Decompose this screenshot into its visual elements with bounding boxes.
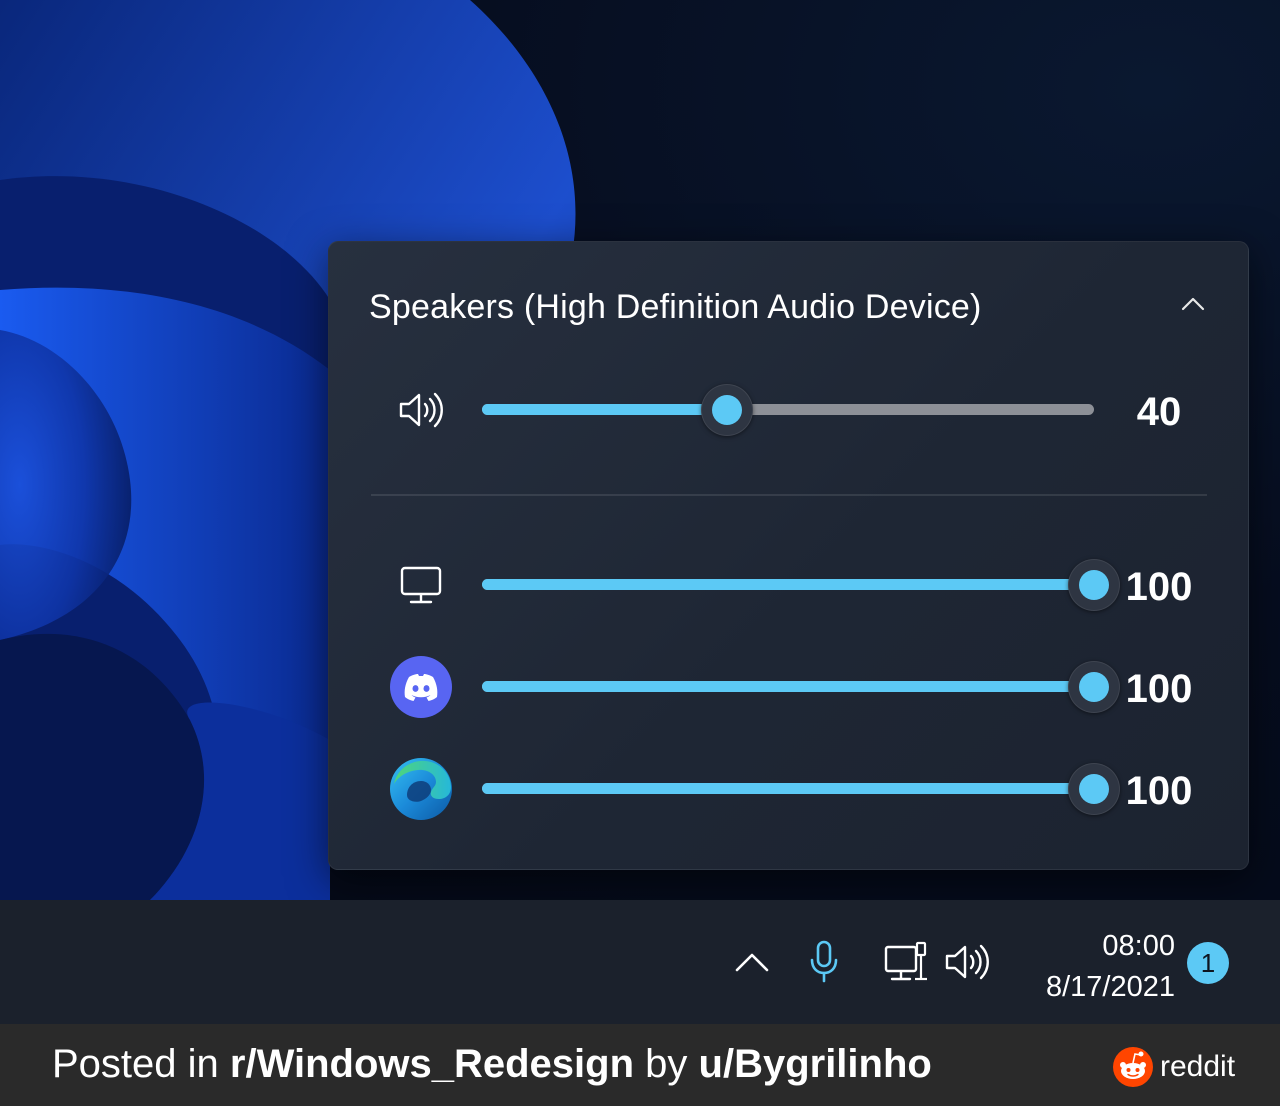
chevron-up-icon bbox=[1181, 297, 1205, 311]
clock-date: 8/17/2021 bbox=[1045, 971, 1175, 1003]
microphone-icon bbox=[810, 940, 838, 983]
slider-fill bbox=[482, 404, 727, 415]
slider-fill bbox=[482, 783, 1094, 794]
monitor-icon bbox=[400, 566, 442, 604]
reddit-logo: reddit bbox=[1112, 1046, 1235, 1088]
reddit-wordmark: reddit bbox=[1160, 1050, 1236, 1083]
slider-fill bbox=[482, 579, 1094, 590]
divider bbox=[371, 494, 1207, 496]
clock-time: 08:00 bbox=[1102, 930, 1175, 962]
volume-button[interactable] bbox=[940, 936, 994, 988]
discord-volume-value: 100 bbox=[1125, 667, 1193, 711]
speaker-icon bbox=[945, 944, 989, 980]
master-volume-value: 40 bbox=[1136, 390, 1182, 434]
reddit-alien-icon bbox=[1113, 1047, 1153, 1087]
chevron-up-icon bbox=[735, 953, 769, 972]
by-label: by bbox=[634, 1042, 699, 1086]
volume-flyout: Speakers (High Definition Audio Device) … bbox=[328, 241, 1249, 870]
edge-volume-slider[interactable] bbox=[482, 763, 1120, 815]
system-sounds-volume-value: 100 bbox=[1125, 565, 1193, 609]
post-attribution-footer: Posted in r/Windows_Redesign by u/Bygril… bbox=[0, 1024, 1280, 1106]
notification-badge[interactable]: 1 bbox=[1187, 942, 1229, 984]
attribution-text: Posted in r/Windows_Redesign by u/Bygril… bbox=[52, 1042, 932, 1087]
posted-in-label: Posted in bbox=[52, 1042, 230, 1086]
speaker-icon bbox=[399, 392, 443, 428]
microphone-in-use-button[interactable] bbox=[802, 936, 846, 988]
edge-icon bbox=[390, 758, 452, 820]
slider-fill bbox=[482, 681, 1094, 692]
system-sounds-volume-slider[interactable] bbox=[482, 559, 1120, 611]
user-link[interactable]: u/Bygrilinho bbox=[699, 1042, 932, 1086]
discord-icon bbox=[390, 656, 452, 718]
slider-thumb[interactable] bbox=[1068, 661, 1120, 713]
app-icon-discord bbox=[389, 655, 453, 719]
collapse-button[interactable] bbox=[1175, 286, 1211, 322]
master-volume-slider[interactable] bbox=[482, 384, 1094, 436]
output-device-name[interactable]: Speakers (High Definition Audio Device) bbox=[369, 288, 982, 327]
show-hidden-icons-button[interactable] bbox=[728, 936, 776, 988]
subreddit-link[interactable]: r/Windows_Redesign bbox=[230, 1042, 634, 1086]
network-icon bbox=[884, 941, 927, 981]
master-mute-button[interactable] bbox=[389, 378, 453, 442]
slider-thumb[interactable] bbox=[700, 384, 753, 436]
clock-button[interactable]: 08:00 8/17/2021 bbox=[1020, 926, 1175, 1008]
app-icon-system-sounds bbox=[389, 553, 453, 617]
app-icon-edge bbox=[389, 757, 453, 821]
edge-volume-value: 100 bbox=[1125, 769, 1193, 813]
taskbar: 08:00 8/17/2021 bbox=[0, 900, 1280, 1024]
slider-thumb[interactable] bbox=[1068, 559, 1120, 611]
network-button[interactable] bbox=[880, 936, 932, 988]
slider-thumb[interactable] bbox=[1068, 763, 1120, 815]
discord-volume-slider[interactable] bbox=[482, 661, 1120, 713]
